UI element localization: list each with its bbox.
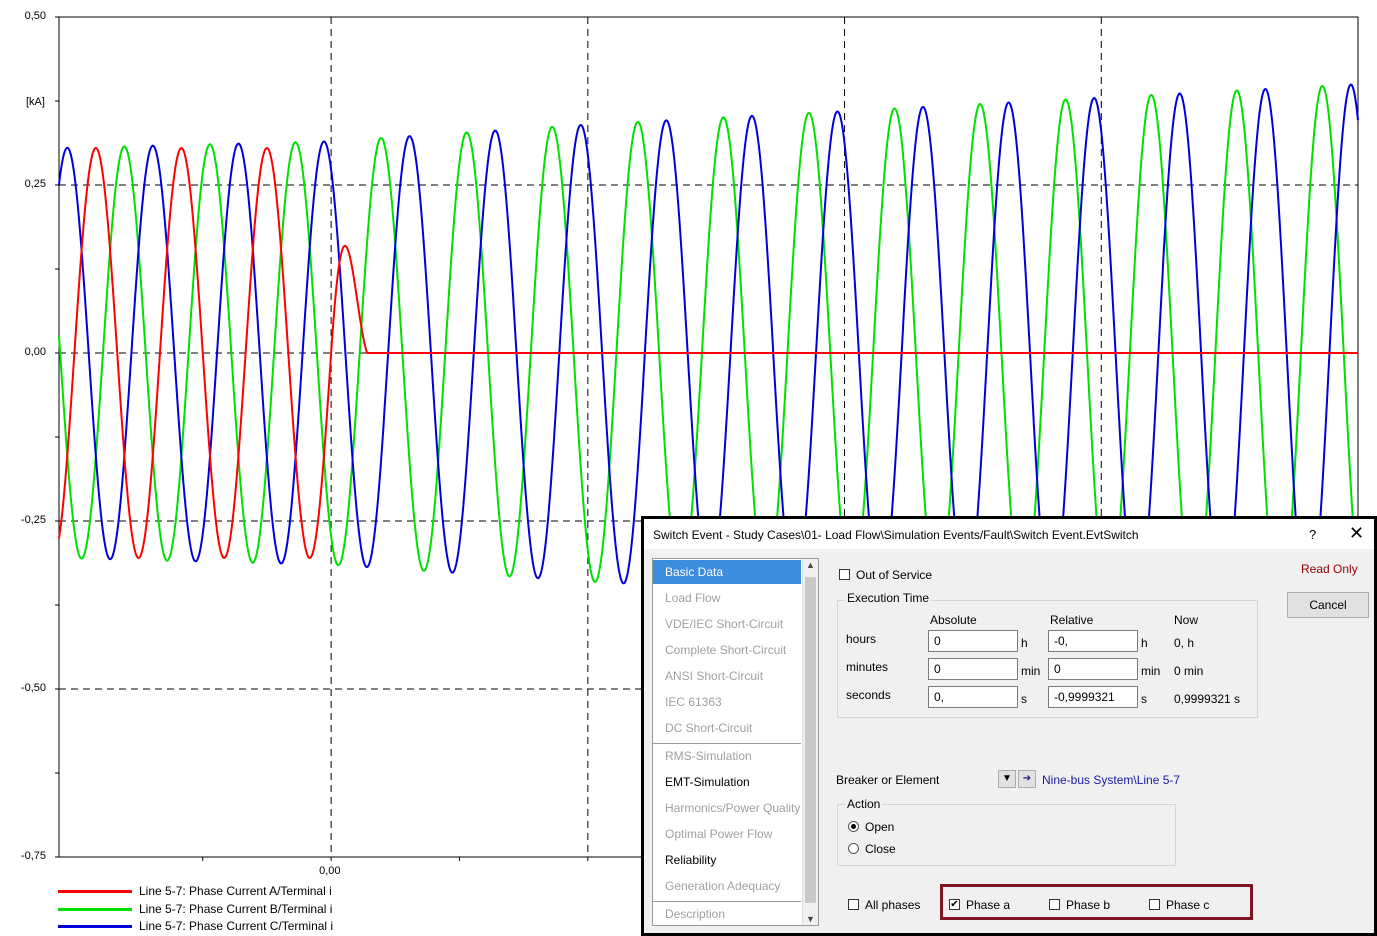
open-label: Open [865, 820, 895, 834]
close-label: Close [865, 842, 896, 856]
col-now: Now [1174, 613, 1199, 627]
nav-item-optimal-power-flow[interactable]: Optimal Power Flow [653, 822, 801, 846]
hours-absolute-input[interactable]: 0 [928, 630, 1018, 652]
nav-item-dc-short-circuit[interactable]: DC Short-Circuit [653, 716, 801, 740]
y-tick-label: -0,75 [20, 850, 46, 862]
nav-item-harmonics-power-quality[interactable]: Harmonics/Power Quality [653, 796, 801, 820]
nav-item-iec-61363[interactable]: IEC 61363 [653, 690, 801, 714]
out-of-service-label: Out of Service [856, 568, 933, 582]
seconds-relative-input[interactable]: -0,9999321 [1048, 686, 1138, 708]
action-group [837, 804, 1176, 866]
hours-absolute-unit: h [1021, 636, 1028, 650]
scroll-up-icon[interactable]: ▲ [806, 560, 815, 570]
action-title: Action [845, 797, 883, 811]
nav-item-emt-simulation[interactable]: EMT-Simulation [653, 770, 801, 794]
minutes-absolute-input[interactable]: 0 [928, 658, 1018, 680]
nav-item-load-flow[interactable]: Load Flow [653, 586, 801, 610]
hours-label: hours [846, 632, 877, 646]
col-absolute: Absolute [930, 613, 977, 627]
col-relative: Relative [1050, 613, 1094, 627]
jump-to-element-icon[interactable]: ➔ [1018, 770, 1036, 788]
hours-relative-unit: h [1141, 636, 1148, 650]
seconds-label: seconds [846, 688, 891, 702]
seconds-now-value: 0,9999321 s [1174, 692, 1241, 706]
y-tick-label: -0,50 [20, 682, 46, 694]
scroll-thumb[interactable] [805, 577, 816, 903]
minutes-label: minutes [846, 660, 889, 674]
phase-b-checkbox[interactable] [1049, 899, 1060, 910]
cancel-button[interactable]: Cancel [1287, 592, 1369, 618]
all-phases-checkbox[interactable] [848, 899, 859, 910]
breaker-label: Breaker or Element [836, 773, 940, 787]
x-tick-label: 0,00 [319, 865, 341, 877]
seconds-absolute-unit: s [1021, 692, 1027, 706]
phase-a-checkbox[interactable]: ✔ [949, 899, 960, 910]
minutes-absolute-unit: min [1021, 664, 1041, 678]
y-axis-unit-label: [kA] [26, 96, 45, 108]
seconds-relative-unit: s [1141, 692, 1147, 706]
breaker-value-link[interactable]: Nine-bus System\Line 5-7 [1042, 773, 1180, 787]
phase-c-label: Phase c [1166, 898, 1210, 912]
all-phases-label: All phases [865, 898, 921, 912]
nav-item-vde-iec-short-circuit[interactable]: VDE/IEC Short-Circuit [653, 612, 801, 636]
close-radio[interactable] [848, 843, 859, 854]
y-tick-label: 0,25 [24, 178, 46, 190]
nav-item-ansi-short-circuit[interactable]: ANSI Short-Circuit [653, 664, 801, 688]
phase-c-checkbox[interactable] [1149, 899, 1160, 910]
open-radio[interactable] [848, 821, 859, 832]
y-tick-label: 0,00 [24, 346, 46, 358]
legend-swatch [58, 908, 132, 911]
scroll-down-icon[interactable]: ▼ [806, 914, 815, 924]
dialog-title: Switch Event - Study Cases\01- Load Flow… [653, 528, 1139, 542]
phase-a-label: Phase a [966, 898, 1011, 912]
page-navigation-list: Basic Data Load Flow VDE/IEC Short-Circuit… [652, 558, 819, 926]
switch-event-dialog: Switch Event - Study Cases\01- Load Flow… [641, 516, 1377, 936]
legend-swatch [58, 925, 132, 928]
select-dropdown-icon[interactable]: ▼ [998, 770, 1016, 788]
execution-time-title: Execution Time [845, 591, 932, 605]
legend-label: Line 5-7: Phase Current B/Terminal i [139, 902, 333, 916]
dialog-title-bar[interactable]: Switch Event - Study Cases\01- Load Flow… [644, 519, 1374, 549]
nav-scrollbar[interactable]: ▲ ▼ [802, 559, 818, 925]
hours-now-value: 0, h [1174, 636, 1195, 650]
nav-item-reliability[interactable]: Reliability [653, 848, 801, 872]
minutes-relative-input[interactable]: 0 [1048, 658, 1138, 680]
close-icon[interactable]: ✕ [1349, 523, 1364, 544]
legend-label: Line 5-7: Phase Current C/Terminal i [139, 919, 334, 933]
seconds-absolute-input[interactable]: 0, [928, 686, 1018, 708]
minutes-now-value: 0 min [1174, 664, 1204, 678]
y-tick-label: 0,50 [24, 10, 46, 22]
nav-item-description[interactable]: Description [653, 902, 801, 926]
hours-relative-input[interactable]: -0, [1048, 630, 1138, 652]
read-only-label: Read Only [1301, 562, 1358, 576]
legend-swatch [58, 890, 132, 893]
nav-item-basic-data[interactable]: Basic Data [653, 560, 801, 584]
nav-item-complete-short-circuit[interactable]: Complete Short-Circuit [653, 638, 801, 662]
y-tick-label: -0,25 [20, 514, 46, 526]
out-of-service-checkbox[interactable] [839, 569, 850, 580]
nav-item-rms-simulation[interactable]: RMS-Simulation [653, 744, 801, 768]
minutes-relative-unit: min [1141, 664, 1161, 678]
phase-b-label: Phase b [1066, 898, 1111, 912]
help-button[interactable]: ? [1309, 527, 1316, 542]
legend-label: Line 5-7: Phase Current A/Terminal i [139, 884, 332, 898]
nav-item-generation-adequacy[interactable]: Generation Adequacy [653, 874, 801, 898]
